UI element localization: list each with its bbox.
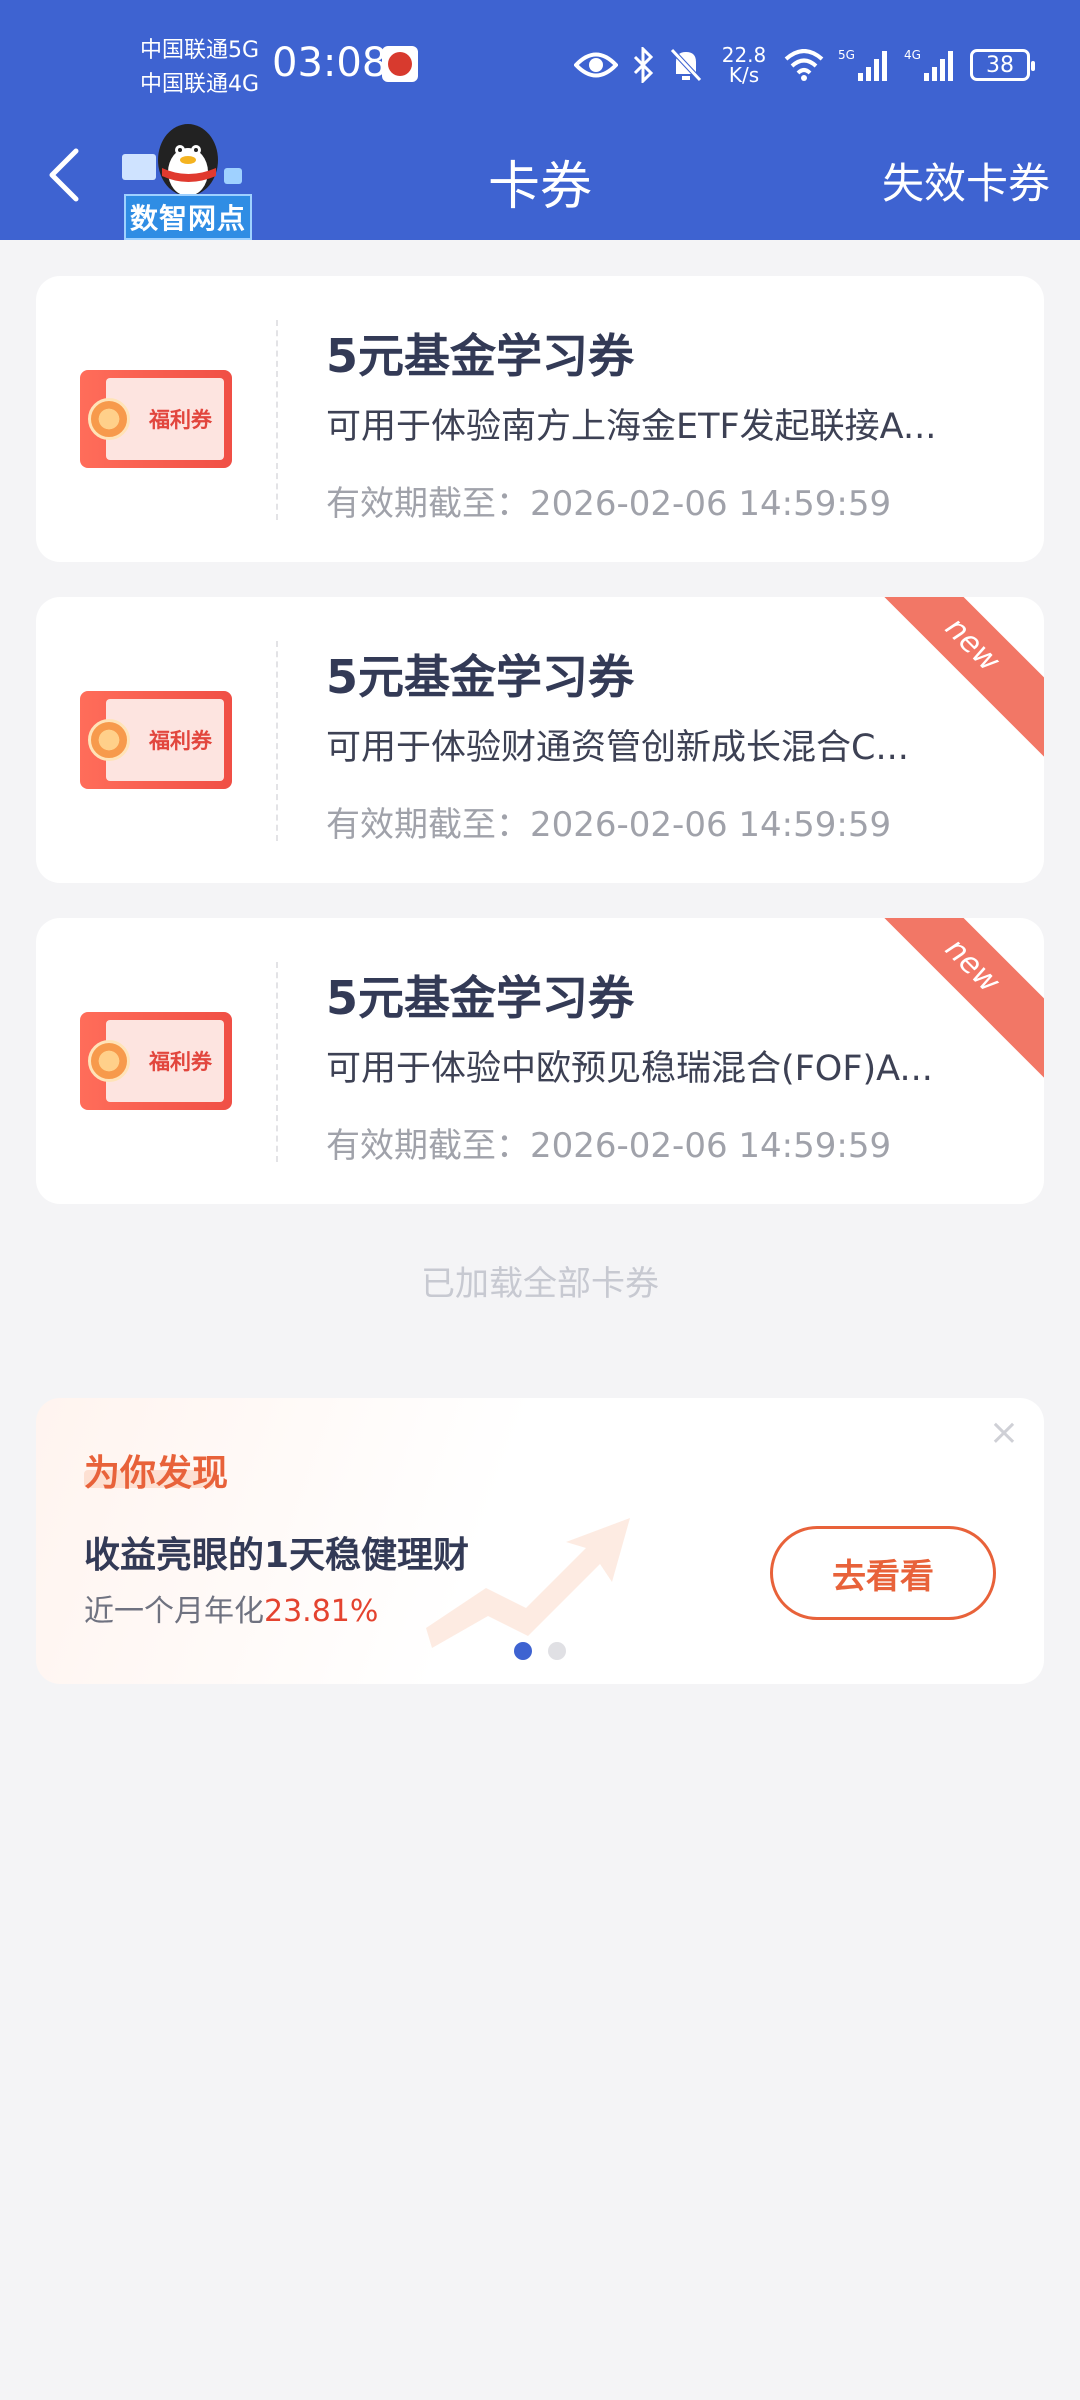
eye-icon	[574, 45, 618, 85]
coupon-image: 福利券	[80, 1012, 232, 1110]
chevron-left-icon	[49, 148, 79, 202]
promo-tag: 为你发现	[84, 1453, 229, 1494]
back-button[interactable]	[46, 140, 96, 210]
expired-coupons-link[interactable]: 失效卡券	[882, 150, 1050, 211]
promo-banner[interactable]: × 为你发现 收益亮眼的1天稳健理财 近一个月年化23.81% 去看看	[36, 1398, 1044, 1684]
coupon-expiry: 有效期截至：2026-02-06 14:59:59	[326, 484, 892, 524]
status-icons: 22.8 K/s 5G 4G 38	[574, 40, 1035, 90]
promo-title: 收益亮眼的1天稳健理财	[84, 1535, 470, 1576]
signal-5g-icon: 5G	[838, 45, 890, 85]
mascot-label: 数智网点	[124, 194, 252, 240]
coupon-title: 5元基金学习券	[326, 329, 635, 383]
coupon-description: 可用于体验中欧预见稳瑞混合(FOF)A...	[326, 1049, 933, 1089]
coupon-expiry: 有效期截至：2026-02-06 14:59:59	[326, 1126, 892, 1166]
all-loaded-note: 已加载全部卡券	[421, 1264, 659, 1304]
signal-4g-label: 4G	[904, 48, 921, 62]
carousel-dots	[36, 1642, 1044, 1660]
signal-4g-icon: 4G	[904, 45, 956, 85]
bluetooth-icon	[632, 45, 654, 85]
coupon-description: 可用于体验南方上海金ETF发起联接A...	[326, 407, 937, 447]
battery-level: 38	[970, 49, 1035, 81]
coupon-title: 5元基金学习券	[326, 971, 635, 1025]
nav-bar: 数智网点 卡券 失效卡券	[0, 110, 1080, 240]
coin-icon	[88, 719, 130, 761]
carrier-1: 中国联通5G	[140, 38, 260, 63]
header: 中国联通5G 中国联通4G 03:08 22.8 K/s 5G 4G 38 数智…	[0, 0, 1080, 240]
promo-sub-prefix: 近一个月年化	[84, 1594, 264, 1629]
promo-subtitle: 近一个月年化23.81%	[84, 1586, 378, 1630]
card-divider	[276, 962, 278, 1162]
coupon-card[interactable]: 福利券 5元基金学习券 可用于体验中欧预见稳瑞混合(FOF)A... 有效期截至…	[36, 918, 1044, 1204]
coupon-card[interactable]: 福利券 5元基金学习券 可用于体验财通资管创新成长混合C... 有效期截至：20…	[36, 597, 1044, 883]
app-notification-icon	[382, 46, 418, 82]
net-speed: 22.8 K/s	[718, 45, 770, 85]
net-speed-value: 22.8	[721, 43, 767, 67]
net-speed-unit: K/s	[728, 63, 760, 87]
close-icon[interactable]: ×	[984, 1412, 1024, 1453]
coupon-card[interactable]: 福利券 5元基金学习券 可用于体验南方上海金ETF发起联接A... 有效期截至：…	[36, 276, 1044, 562]
wifi-icon	[784, 45, 824, 85]
card-divider	[276, 641, 278, 841]
mute-bell-icon	[668, 45, 704, 85]
carousel-dot[interactable]	[548, 1642, 566, 1660]
penguin-icon	[122, 124, 242, 196]
trend-arrow-icon	[426, 1518, 630, 1648]
battery-icon: 38	[970, 45, 1035, 85]
coupon-title: 5元基金学习券	[326, 650, 635, 704]
signal-5g-label: 5G	[838, 48, 855, 62]
coupon-image: 福利券	[80, 691, 232, 789]
promo-rate: 23.81%	[264, 1594, 379, 1629]
carrier-2: 中国联通4G	[140, 72, 260, 97]
coin-icon	[88, 398, 130, 440]
go-see-button[interactable]: 去看看	[770, 1526, 996, 1620]
carousel-dot-active[interactable]	[514, 1642, 532, 1660]
card-divider	[276, 320, 278, 520]
coin-icon	[88, 1040, 130, 1082]
coupon-image: 福利券	[80, 370, 232, 468]
coupon-expiry: 有效期截至：2026-02-06 14:59:59	[326, 805, 892, 845]
mascot-logo[interactable]: 数智网点	[120, 116, 254, 240]
carrier-info: 中国联通5G 中国联通4G	[140, 34, 259, 102]
coupon-description: 可用于体验财通资管创新成长混合C...	[326, 728, 909, 768]
status-time: 03:08	[272, 40, 388, 86]
